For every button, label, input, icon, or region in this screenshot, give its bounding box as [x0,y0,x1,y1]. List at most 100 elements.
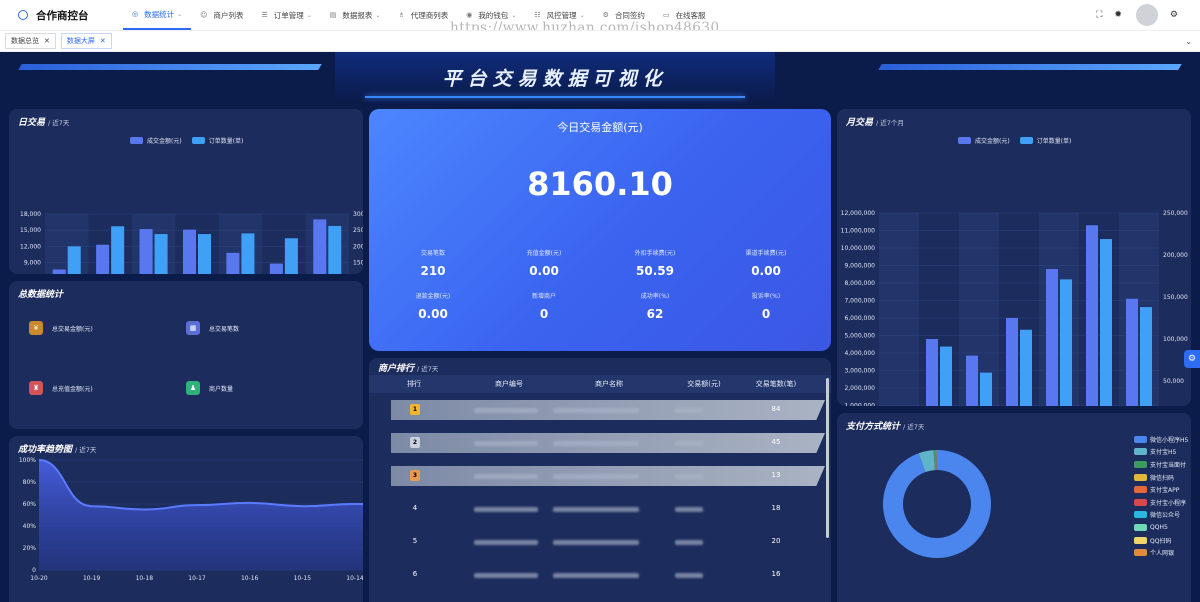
fullscreen-icon[interactable]: ⛶ [1096,10,1102,20]
bar-count [198,234,212,274]
agent-icon: ♗ [398,11,405,19]
today-stat: 充值金额(元) 0.00 [494,248,594,278]
settings-float-button[interactable]: ⚙ [1184,350,1200,368]
band [1119,213,1159,406]
table-row[interactable]: 1 84 [369,400,831,420]
bar-amount [1006,318,1018,406]
legend-item[interactable]: 支付宝小程序 [1134,496,1188,509]
settings-icon[interactable]: ⚙ [1170,10,1178,20]
y-tick-left: 12,000,000 [841,210,876,217]
redacted-cell [553,540,639,545]
table-row[interactable]: 78803 [369,598,831,602]
y-tick-left: 1,000,000 [844,403,875,407]
legend-item[interactable]: 支付宝当面付 [1134,458,1188,471]
legend-swatch [1134,523,1147,531]
rank-cell: 4 [412,504,418,512]
success-panel: 成功率趋势图 / 近7天 0 20% 40% 60% 80% 100% 10-20 10-19 1… [9,436,363,602]
chevron-down-icon: ⌄ [375,11,381,19]
y-tick-left: 9,000 [24,260,41,267]
stat-label: 商户数量 [209,385,234,393]
nav-item-1[interactable]: ☺ 商户列表 [191,0,252,30]
legend-item[interactable]: 支付宝H5 [1134,446,1188,459]
table-row[interactable]: 5 20 [369,532,831,552]
stat-item: ♟ 商户数量 [186,381,233,395]
stat-label: 充值金额(元) [526,250,562,257]
legend-swatch [1134,448,1147,456]
theme-toggle-icon[interactable]: ✹ [1114,10,1122,20]
band [131,214,176,274]
nav-label: 订单管理 [273,10,304,20]
bar-count [241,233,255,274]
tab-0[interactable]: 数据总览 ✕ [5,33,56,49]
bag-icon: ♜ [29,381,43,395]
nav-item-2[interactable]: ☰ 订单管理 ⌄ [252,0,320,30]
legend-label: 微信扫码 [1150,474,1175,482]
x-tick: 10-18 [136,575,154,582]
panel-title: 总数据统计 [18,290,64,300]
column-header: 商户名称 [595,380,623,388]
list-icon: ☰ [261,11,268,19]
today-stat: 投诉率(%) 0 [716,291,816,321]
close-icon[interactable]: ✕ [44,37,50,45]
bar-count [940,346,952,406]
bar-amount [96,244,110,274]
y-tick-left: 6,000,000 [844,315,875,322]
scrollbar[interactable] [826,378,829,538]
today-stat: 交易笔数 210 [383,248,483,278]
chevron-down-icon[interactable]: ⌄ [1185,37,1192,46]
nav-item-0[interactable]: ◎ 数据统计 ⌄ [123,0,192,30]
y-tick-right: 150 [353,260,363,267]
nav-item-4[interactable]: ♗ 代理商列表 [389,0,457,30]
close-icon[interactable]: ✕ [100,37,106,45]
legend-item[interactable]: QQH5 [1134,521,1188,534]
legend-item[interactable]: 个人网银 [1134,546,1188,559]
y-tick-right: 200 [353,243,363,250]
bar-amount [269,263,283,274]
table-row[interactable]: 2 45 [369,433,831,453]
legend-item[interactable]: 微信公众号 [1134,509,1188,522]
y-tick: 80% [23,479,37,486]
band [218,214,263,274]
bar-count [1140,307,1152,406]
nav-item-3[interactable]: ▤ 数据报表 ⌄ [321,0,390,30]
table-row[interactable]: 6 16 [369,565,831,585]
table-row[interactable]: 4 18 [369,499,831,519]
avatar[interactable] [1135,4,1158,26]
count-cell: 13 [771,471,781,479]
today-stat: 渠道手续费(元) 0.00 [716,248,816,278]
stat-value: 50.59 [636,264,674,278]
stat-label: 总交易金额(元) [52,325,93,333]
stat-value: 0.00 [751,264,781,278]
today-stat: 成功率(%) 62 [605,291,705,321]
payments-legend: 微信小程序H5 支付宝H5 支付宝当面付 微信扫码 支付宝APP 支付宝小程序 微信公众号 Q… [1134,433,1188,559]
tab-1[interactable]: 数据大屏 ✕ [60,33,112,49]
redacted-cell [553,474,639,479]
tab-list: 数据总览 ✕ 数据大屏 ✕ [0,33,112,49]
table-row[interactable]: 3 13 [369,466,831,486]
legend-item[interactable]: 支付宝APP [1134,483,1188,496]
screen-title: 平台交易数据可视化 [442,68,668,90]
column-header: 交易笔数(笔) [755,380,797,388]
y-tick-right: 50,000 [1163,378,1184,385]
app-logo[interactable]: 合作商控台 [18,8,118,23]
nav-label: 数据报表 [342,10,373,20]
nav-label: 风控管理 [546,10,577,20]
bar-count [284,238,298,274]
bar-amount [966,355,978,406]
count-cell: 84 [771,405,781,413]
x-tick: 10-19 [83,575,101,582]
y-tick-right: 250,000 [1163,210,1188,217]
legend-swatch [1134,498,1147,506]
list-icon: ▦ [186,321,200,335]
legend-item[interactable]: 微信小程序H5 [1134,433,1188,446]
daily-panel: 日交易/ 近7天 成交金额(元) 订单数量(单) 03,0006,0009,00… [9,109,363,274]
bar-amount [226,252,240,274]
ranking-panel: 商户排行 / 近7天 排行 商户编号 商户名称 交易额(元) 交易笔数(笔) 1 84 2 45… [369,358,831,602]
legend-item[interactable]: QQ扫码 [1134,534,1188,547]
count-cell: 45 [771,438,781,446]
contract-icon: ⚙ [602,11,609,19]
y-tick-left: 8,000,000 [844,280,875,287]
bar-count [1020,329,1032,406]
stat-value: 0 [539,307,549,321]
legend-item[interactable]: 微信扫码 [1134,471,1188,484]
